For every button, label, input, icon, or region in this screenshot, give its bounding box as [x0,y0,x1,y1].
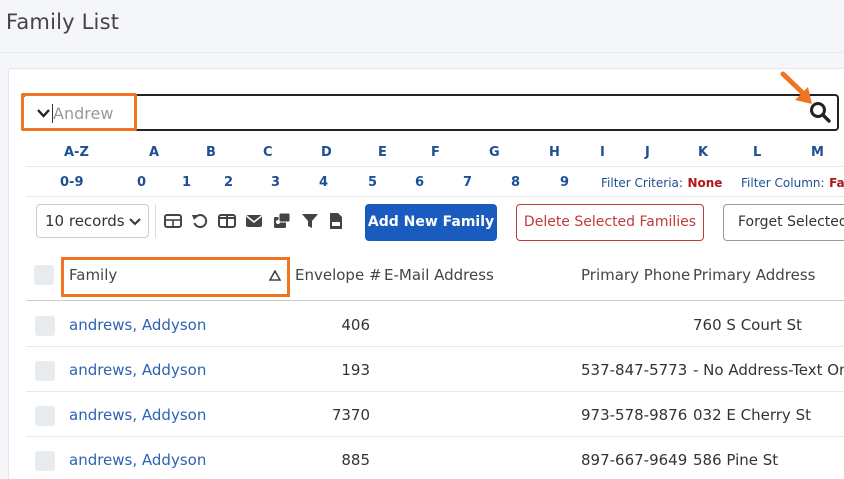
column-header-primary-phone[interactable]: Primary Phone [581,266,690,284]
delete-selected-families-button[interactable]: Delete Selected Families [516,204,704,241]
row-checkbox[interactable] [35,451,55,471]
header-divider [26,300,844,301]
family-link[interactable]: andrews, Addyson [69,406,206,424]
contact-card-icon[interactable] [273,212,291,230]
records-select-value: 10 records [45,212,125,230]
alpha-link[interactable]: C [263,145,273,160]
table-row: andrews, Addyson 193 537-847-5773 - No A… [26,347,844,392]
envelope-number: 406 [341,316,370,334]
add-new-family-button[interactable]: Add New Family [365,204,497,241]
filter-column[interactable]: Filter Column: Fa [741,176,844,191]
primary-phone: 973-578-9876 [581,406,688,424]
digit-link[interactable]: 4 [319,175,328,190]
columns-icon[interactable] [218,212,236,230]
digit-link[interactable]: 3 [271,175,280,190]
digit-filter-row: 0-9 0 1 2 3 4 5 6 7 8 9 Filter Criteria:… [0,170,844,196]
envelope-icon[interactable] [245,212,263,230]
alpha-link[interactable]: H [549,145,560,160]
filter-column-value: Fa [829,176,844,190]
primary-address: - No Address-Text On [693,361,844,379]
alpha-link[interactable]: A-Z [64,145,89,160]
alpha-link[interactable]: A [149,145,159,160]
divider [26,196,844,197]
alpha-link[interactable]: L [753,145,761,160]
search-highlight-box [21,93,137,131]
alpha-link[interactable]: M [811,145,824,160]
select-all-checkbox[interactable] [34,265,54,285]
digit-link[interactable]: 8 [511,175,520,190]
family-header-highlight-box [61,257,290,297]
chevron-down-icon [129,218,141,226]
alpha-link[interactable]: B [206,145,216,160]
filter-criteria-value: None [687,176,723,190]
toolbar-separator [155,204,156,238]
envelope-number: 7370 [331,406,370,424]
filter-criteria[interactable]: Filter Criteria: None [601,176,722,191]
alpha-link[interactable]: K [698,145,708,160]
filter-criteria-label: Filter Criteria: [601,176,683,190]
records-per-page-select[interactable]: 10 records [36,204,149,238]
primary-address: 032 E Cherry St [693,406,811,424]
row-checkbox[interactable] [35,406,55,426]
alphabet-filter-row: A-Z A B C D E F G H I J K L M [0,140,844,166]
row-checkbox[interactable] [35,316,55,336]
alpha-link[interactable]: E [378,145,387,160]
digit-link[interactable]: 2 [224,175,233,190]
column-header-envelope[interactable]: Envelope # [295,266,382,284]
csv-file-icon[interactable] [327,212,345,230]
alpha-link[interactable]: D [321,145,332,160]
table-row: andrews, Addyson 885 897-667-9649 586 Pi… [26,437,844,479]
filter-icon[interactable] [301,212,319,230]
digit-link[interactable]: 7 [463,175,472,190]
column-header-email[interactable]: E-Mail Address [384,266,494,284]
primary-phone: 537-847-5773 [581,361,688,379]
envelope-number: 885 [341,451,370,469]
digit-link[interactable]: 1 [182,175,191,190]
envelope-number: 193 [341,361,370,379]
table-icon[interactable] [164,212,182,230]
digit-link[interactable]: 0 [137,175,146,190]
search-bar[interactable]: Andrew [22,94,839,131]
alpha-link[interactable]: J [645,145,650,160]
undo-icon[interactable] [191,212,209,230]
primary-address: 760 S Court St [693,316,803,334]
pointer-arrow-icon [780,71,812,104]
alpha-link[interactable]: I [600,145,605,160]
digit-link[interactable]: 5 [368,175,377,190]
family-link[interactable]: andrews, Addyson [69,361,206,379]
column-header-primary-address[interactable]: Primary Address [693,266,815,284]
digit-link[interactable]: 9 [560,175,569,190]
page-title: Family List [6,10,120,34]
family-link[interactable]: andrews, Addyson [69,451,206,469]
row-checkbox[interactable] [35,361,55,381]
digit-link[interactable]: 6 [415,175,424,190]
table-row: andrews, Addyson 7370 973-578-9876 032 E… [26,392,844,437]
title-divider [0,52,844,53]
family-link[interactable]: andrews, Addyson [69,316,206,334]
filter-column-label: Filter Column: [741,176,825,190]
primary-address: 586 Pine St [693,451,779,469]
alpha-link[interactable]: G [489,145,500,160]
divider [26,166,844,167]
primary-phone: 897-667-9649 [581,451,688,469]
digit-link[interactable]: 0-9 [60,175,84,190]
alpha-link[interactable]: F [431,145,440,160]
forget-selected-button[interactable]: Forget Selected [723,204,844,241]
table-row: andrews, Addyson 406 760 S Court St [26,302,844,347]
